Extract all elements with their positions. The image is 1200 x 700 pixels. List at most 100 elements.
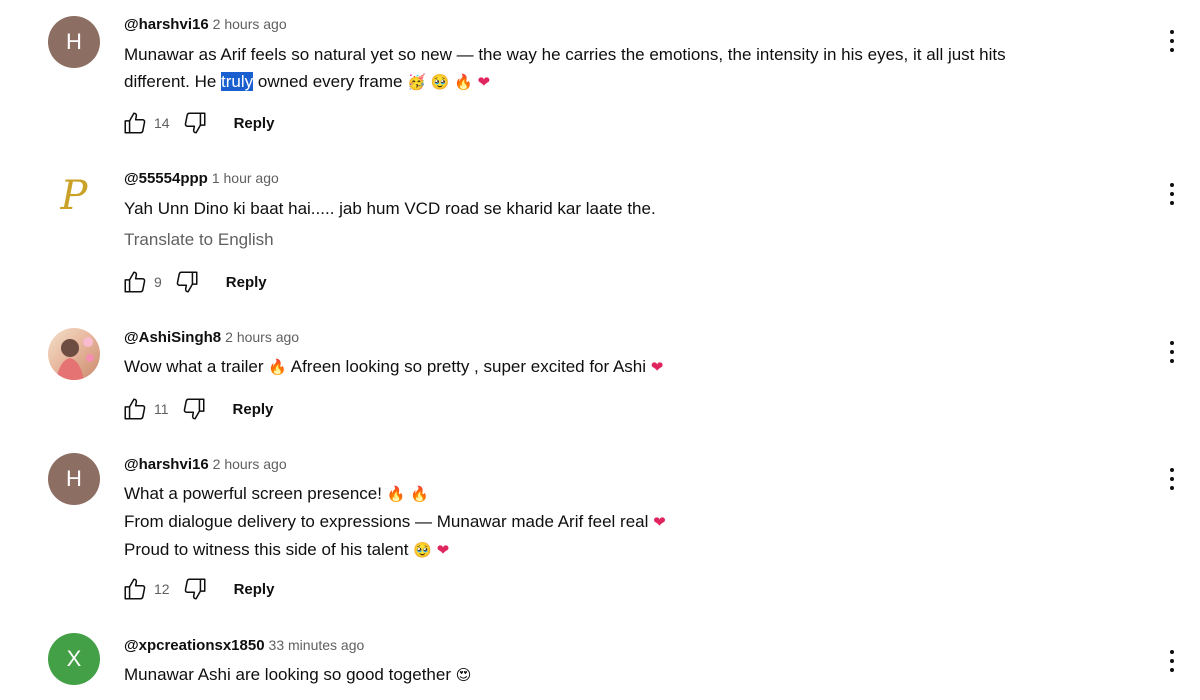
- comment-actions: 14 Reply: [122, 109, 274, 137]
- more-options-button[interactable]: [1160, 648, 1184, 674]
- comment-time[interactable]: 33 minutes ago: [269, 637, 365, 653]
- thumbs-up-icon: [122, 396, 148, 422]
- comment-header: @harshvi16 2 hours ago: [124, 455, 287, 474]
- comment-line: Proud to witness this side of his talent…: [124, 536, 666, 564]
- thumbs-down-icon: [182, 576, 208, 602]
- reply-button[interactable]: Reply: [234, 115, 275, 132]
- comment-time[interactable]: 1 hour ago: [212, 170, 279, 186]
- more-vert-icon: [1170, 341, 1174, 345]
- comment-actions: 11 Reply: [122, 395, 273, 423]
- author-handle[interactable]: @AshiSingh8: [124, 329, 221, 346]
- thumbs-up-icon: [122, 269, 148, 295]
- like-button[interactable]: [122, 396, 148, 422]
- avatar[interactable]: H: [48, 16, 100, 68]
- comment-header: @harshvi16 2 hours ago: [124, 15, 287, 34]
- reply-button[interactable]: Reply: [226, 274, 267, 291]
- comment-item: H @harshvi16 2 hours ago What a powerful …: [0, 450, 1200, 620]
- author-handle[interactable]: @xpcreationsx1850: [124, 637, 265, 654]
- thumbs-down-icon: [174, 269, 200, 295]
- dislike-button[interactable]: [182, 576, 208, 602]
- comment-text: Yah Unn Dino ki baat hai..... jab hum VC…: [124, 199, 656, 218]
- comment-item: @AshiSingh8 2 hours ago Wow what a traile…: [0, 320, 1200, 450]
- dislike-button[interactable]: [181, 396, 207, 422]
- thumbs-up-icon: [122, 576, 148, 602]
- reply-button[interactable]: Reply: [233, 401, 274, 418]
- comment-text: Wow what a trailer 🔥 Afreen looking so p…: [124, 353, 663, 381]
- comment-actions: 9 Reply: [122, 268, 267, 296]
- comment-line: Munawar as Arif feels so natural yet so …: [124, 45, 1006, 64]
- dislike-button[interactable]: [182, 110, 208, 136]
- thumbs-up-icon: [122, 110, 148, 136]
- more-options-button[interactable]: [1160, 466, 1184, 492]
- comment-item: H @harshvi16 2 hours ago Munawar as Arif …: [0, 0, 1200, 160]
- author-handle[interactable]: @harshvi16: [124, 16, 209, 33]
- comment-text-segment: different. He: [124, 72, 222, 91]
- author-handle[interactable]: @55554ppp: [124, 170, 208, 187]
- comment-text-segment: Afreen looking so pretty , super excited…: [290, 357, 647, 376]
- heart-emoji-icon: ❤: [477, 73, 491, 91]
- fire-emoji-icon: 🔥: [410, 485, 429, 503]
- profile-photo-icon: [56, 337, 94, 380]
- comment-line: What a powerful screen presence! 🔥 🔥: [124, 480, 666, 508]
- comment-time[interactable]: 2 hours ago: [213, 16, 287, 32]
- avatar[interactable]: [48, 328, 100, 380]
- avatar[interactable]: P: [48, 170, 100, 222]
- like-button[interactable]: [122, 576, 148, 602]
- fire-emoji-icon: 🔥: [268, 358, 287, 376]
- avatar-letter: H: [66, 466, 82, 491]
- comment-actions: 12 Reply: [122, 575, 274, 603]
- dislike-button[interactable]: [174, 269, 200, 295]
- comment-line: different. He truly owned every frame 🥳 …: [124, 68, 1006, 96]
- comment-item: X @xpcreationsx1850 33 minutes ago Munawa…: [0, 620, 1200, 700]
- more-vert-icon: [1170, 468, 1174, 472]
- author-handle[interactable]: @harshvi16: [124, 456, 209, 473]
- comment-text: Munawar as Arif feels so natural yet so …: [124, 41, 1006, 96]
- more-vert-icon: [1170, 30, 1174, 34]
- avatar-letter: P: [60, 173, 88, 219]
- fire-emoji-icon: 🔥: [454, 73, 473, 91]
- teary-face-emoji-icon: 🥹: [413, 541, 432, 559]
- like-button[interactable]: [122, 110, 148, 136]
- comment-header: @xpcreationsx1850 33 minutes ago: [124, 636, 364, 655]
- comment-text-segment: Munawar Ashi are looking so good togethe…: [124, 665, 451, 684]
- like-count: 11: [154, 401, 169, 417]
- comment-time[interactable]: 2 hours ago: [225, 329, 299, 345]
- heart-emoji-icon: ❤: [650, 358, 664, 376]
- comment-item: P @55554ppp 1 hour ago Yah Unn Dino ki ba…: [0, 160, 1200, 320]
- comment-header: @AshiSingh8 2 hours ago: [124, 328, 299, 347]
- comment-time[interactable]: 2 hours ago: [213, 456, 287, 472]
- like-count: 12: [154, 581, 170, 597]
- heart-emoji-icon: ❤: [653, 513, 666, 531]
- like-button[interactable]: [122, 269, 148, 295]
- comment-text-segment: What a powerful screen presence!: [124, 484, 382, 503]
- reply-button[interactable]: Reply: [234, 581, 275, 598]
- heart-emoji-icon: ❤: [436, 541, 450, 559]
- thumbs-down-icon: [181, 396, 207, 422]
- fire-emoji-icon: 🔥: [386, 485, 406, 503]
- more-vert-icon: [1170, 183, 1174, 187]
- avatar-letter: X: [66, 646, 82, 671]
- comment-text: Munawar Ashi are looking so good togethe…: [124, 661, 471, 689]
- avatar[interactable]: X: [48, 633, 100, 685]
- more-options-button[interactable]: [1160, 28, 1184, 54]
- like-count: 14: [154, 115, 170, 131]
- avatar-letter: H: [66, 29, 82, 54]
- translate-link[interactable]: Translate to English: [124, 230, 274, 250]
- like-count: 9: [154, 274, 162, 290]
- more-options-button[interactable]: [1160, 181, 1184, 207]
- selected-text: truly: [221, 72, 254, 91]
- avatar[interactable]: H: [48, 453, 100, 505]
- comment-header: @55554ppp 1 hour ago: [124, 169, 279, 188]
- more-vert-icon: [1170, 650, 1174, 654]
- comment-text-segment: Proud to witness this side of his talent: [124, 540, 409, 559]
- party-face-emoji-icon: 🥳: [407, 73, 426, 91]
- comment-text-segment: From dialogue delivery to expressions — …: [124, 512, 649, 531]
- comment-text-segment: owned every frame: [253, 72, 403, 91]
- teary-face-emoji-icon: 🥹: [430, 73, 450, 91]
- comment-text: What a powerful screen presence! 🔥 🔥 Fro…: [124, 480, 666, 564]
- heart-eyes-emoji-icon: 😍: [455, 666, 472, 684]
- thumbs-down-icon: [182, 110, 208, 136]
- comment-line: From dialogue delivery to expressions — …: [124, 508, 666, 536]
- comment-text-segment: Wow what a trailer: [124, 357, 264, 376]
- more-options-button[interactable]: [1160, 339, 1184, 365]
